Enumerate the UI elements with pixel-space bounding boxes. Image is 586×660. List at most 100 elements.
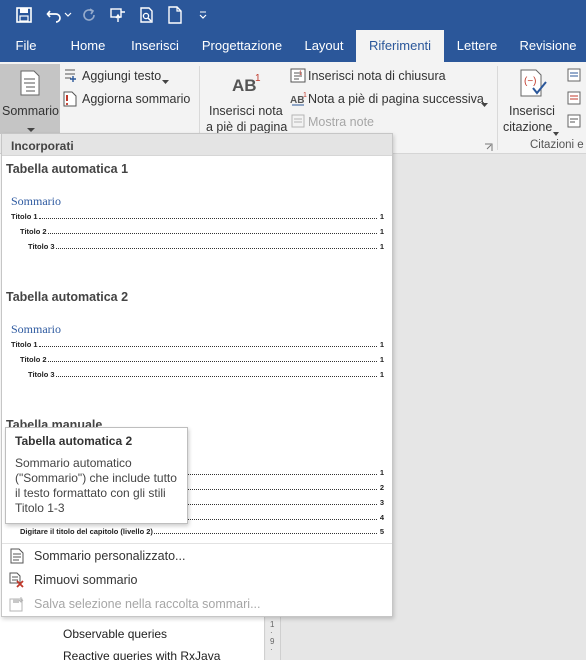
undo-icon[interactable] <box>44 4 64 26</box>
toc-entry-label: Titolo 2 <box>20 227 47 236</box>
tab-lettere[interactable]: Lettere <box>450 30 504 62</box>
tab-progettazione[interactable]: Progettazione <box>198 30 286 62</box>
redo-icon[interactable] <box>79 4 99 26</box>
bibliography-icon[interactable] <box>566 114 582 131</box>
inserisci-citazione-line1[interactable]: Inserisci <box>509 104 555 118</box>
tooltip: Tabella automatica 2 Sommario automatico… <box>5 427 188 524</box>
new-document-icon[interactable] <box>165 4 185 26</box>
svg-text:(−): (−) <box>524 76 537 87</box>
nota-chiusura-button[interactable]: Inserisci nota di chiusura <box>308 69 446 83</box>
toc-entry: Digitare il titolo del capitolo (livello… <box>20 524 384 536</box>
citazioni-group-label: Citazioni e <box>530 139 584 151</box>
dialog-launcher-icon[interactable] <box>484 141 493 155</box>
section-title: Tabella automatica 2 <box>6 290 129 304</box>
section-title: Tabella automatica 1 <box>6 162 129 176</box>
toc-entry-label: Digitare il titolo del capitolo (livello… <box>20 527 153 536</box>
save-icon[interactable] <box>12 4 36 26</box>
tab-revisione[interactable]: Revisione <box>514 30 582 62</box>
toc-entry-page: 1 <box>379 370 384 379</box>
manage-sources-icon[interactable] <box>566 68 582 85</box>
aggiungi-testo-dropdown-icon <box>162 73 169 87</box>
toc-entry: Titolo 1 1 <box>11 337 384 349</box>
update-toc-icon <box>63 91 77 110</box>
toc-entry-page: 2 <box>379 483 384 492</box>
toc-entry-page: 3 <box>379 498 384 507</box>
tab-file[interactable]: File <box>8 30 44 62</box>
toc-entry-page: 1 <box>379 340 384 349</box>
ruler-mark: · <box>270 628 273 637</box>
dot-leader <box>38 346 377 347</box>
tab-home[interactable]: Home <box>64 30 112 62</box>
toc-entry-label: Titolo 3 <box>28 370 55 379</box>
toc-entry-page: 1 <box>379 355 384 364</box>
menu-item-label: Salva selezione nella raccolta sommari..… <box>34 597 261 611</box>
toc-gallery-dropdown: Incorporati Tabella automatica 1 Sommari… <box>1 133 393 617</box>
add-text-icon <box>63 68 77 85</box>
menu-item-label: Rimuovi sommario <box>34 573 138 587</box>
show-notes-icon <box>291 114 305 131</box>
inserisci-nota-line2[interactable]: a piè di pagina <box>206 120 287 134</box>
endnote-icon: 1 <box>290 68 306 86</box>
custom-toc-icon <box>6 545 28 567</box>
toc-entry: Titolo 2 1 <box>20 352 384 364</box>
inserisci-citazione-line2[interactable]: citazione <box>503 120 552 134</box>
tooltip-title: Tabella automatica 2 <box>15 434 133 448</box>
svg-text:1: 1 <box>303 92 307 99</box>
toc-entry-label: Titolo 1 <box>11 340 38 349</box>
toc-entry-label: Titolo 2 <box>20 355 47 364</box>
tab-riferimenti[interactable]: Riferimenti <box>356 30 444 62</box>
tooltip-body: Sommario automatico ("Sommario") che inc… <box>15 456 177 515</box>
dot-leader <box>47 361 377 362</box>
toc-entry-page: 1 <box>379 242 384 251</box>
toc-entry: Titolo 2 1 <box>20 224 384 236</box>
toc-entry-page: 1 <box>379 212 384 221</box>
dot-leader <box>153 533 377 534</box>
toc-entry-label: Titolo 3 <box>28 242 55 251</box>
nota-successiva-dropdown-icon[interactable] <box>481 96 488 110</box>
toc-heading: Sommario <box>11 194 61 208</box>
print-preview-icon[interactable] <box>136 4 158 26</box>
inserisci-nota-line1[interactable]: Inserisci nota <box>209 104 283 118</box>
toc-entry: Titolo 1 1 <box>11 209 384 221</box>
tab-inserisci[interactable]: Inserisci <box>126 30 184 62</box>
toc-entry-label: Titolo 1 <box>11 212 38 221</box>
footnote-ab-icon: AB 1 <box>231 71 263 96</box>
menu-separator <box>2 543 392 544</box>
ruler-mark: · <box>270 645 273 654</box>
style-icon[interactable] <box>566 91 582 108</box>
sommario-label: Sommario <box>2 104 59 118</box>
menu-item-label: Sommario personalizzato... <box>34 549 186 563</box>
tab-layout[interactable]: Layout <box>298 30 350 62</box>
next-footnote-icon: AB 1 <box>290 90 308 109</box>
save-selection-menu-item: Salva selezione nella raccolta sommari..… <box>2 593 392 615</box>
aggiorna-sommario-button[interactable]: Aggiorna sommario <box>82 92 190 106</box>
nota-successiva-button[interactable]: Nota a piè di pagina successiva <box>308 92 484 106</box>
inserisci-citazione-dropdown-icon <box>553 125 559 139</box>
customize-qat-icon[interactable] <box>196 4 210 26</box>
custom-toc-menu-item[interactable]: Sommario personalizzato... <box>2 545 392 567</box>
gallery-header: Incorporati <box>2 134 392 156</box>
svg-text:1: 1 <box>255 73 261 84</box>
undo-dropdown-icon[interactable] <box>63 4 73 26</box>
toc-entry: Titolo 3 1 <box>28 239 384 251</box>
toc-heading: Sommario <box>11 322 61 336</box>
aggiungi-testo-button[interactable]: Aggiungi testo <box>82 69 161 83</box>
dot-leader <box>38 218 377 219</box>
quick-access-toolbar <box>0 0 586 30</box>
nav-item[interactable]: Reactive queries with RxJava <box>63 649 220 660</box>
dot-leader <box>55 376 377 377</box>
table-of-contents-icon <box>19 70 41 99</box>
remove-toc-icon <box>6 569 28 591</box>
toc-entry: Titolo 3 1 <box>28 367 384 379</box>
dot-leader <box>47 233 377 234</box>
ribbon-tabs: File Home Inserisci Progettazione Layout… <box>0 30 586 62</box>
toc-entry-page: 5 <box>379 527 384 536</box>
insert-citation-icon: (−) <box>518 68 548 101</box>
sommario-button[interactable]: Sommario <box>0 64 60 134</box>
remove-toc-menu-item[interactable]: Rimuovi sommario <box>2 569 392 591</box>
nav-item[interactable]: Observable queries <box>63 627 167 641</box>
toc-entry-page: 4 <box>379 513 384 522</box>
touch-mode-icon[interactable] <box>107 4 129 26</box>
mostra-note-button: Mostra note <box>308 115 375 129</box>
ribbon-separator <box>497 66 498 150</box>
